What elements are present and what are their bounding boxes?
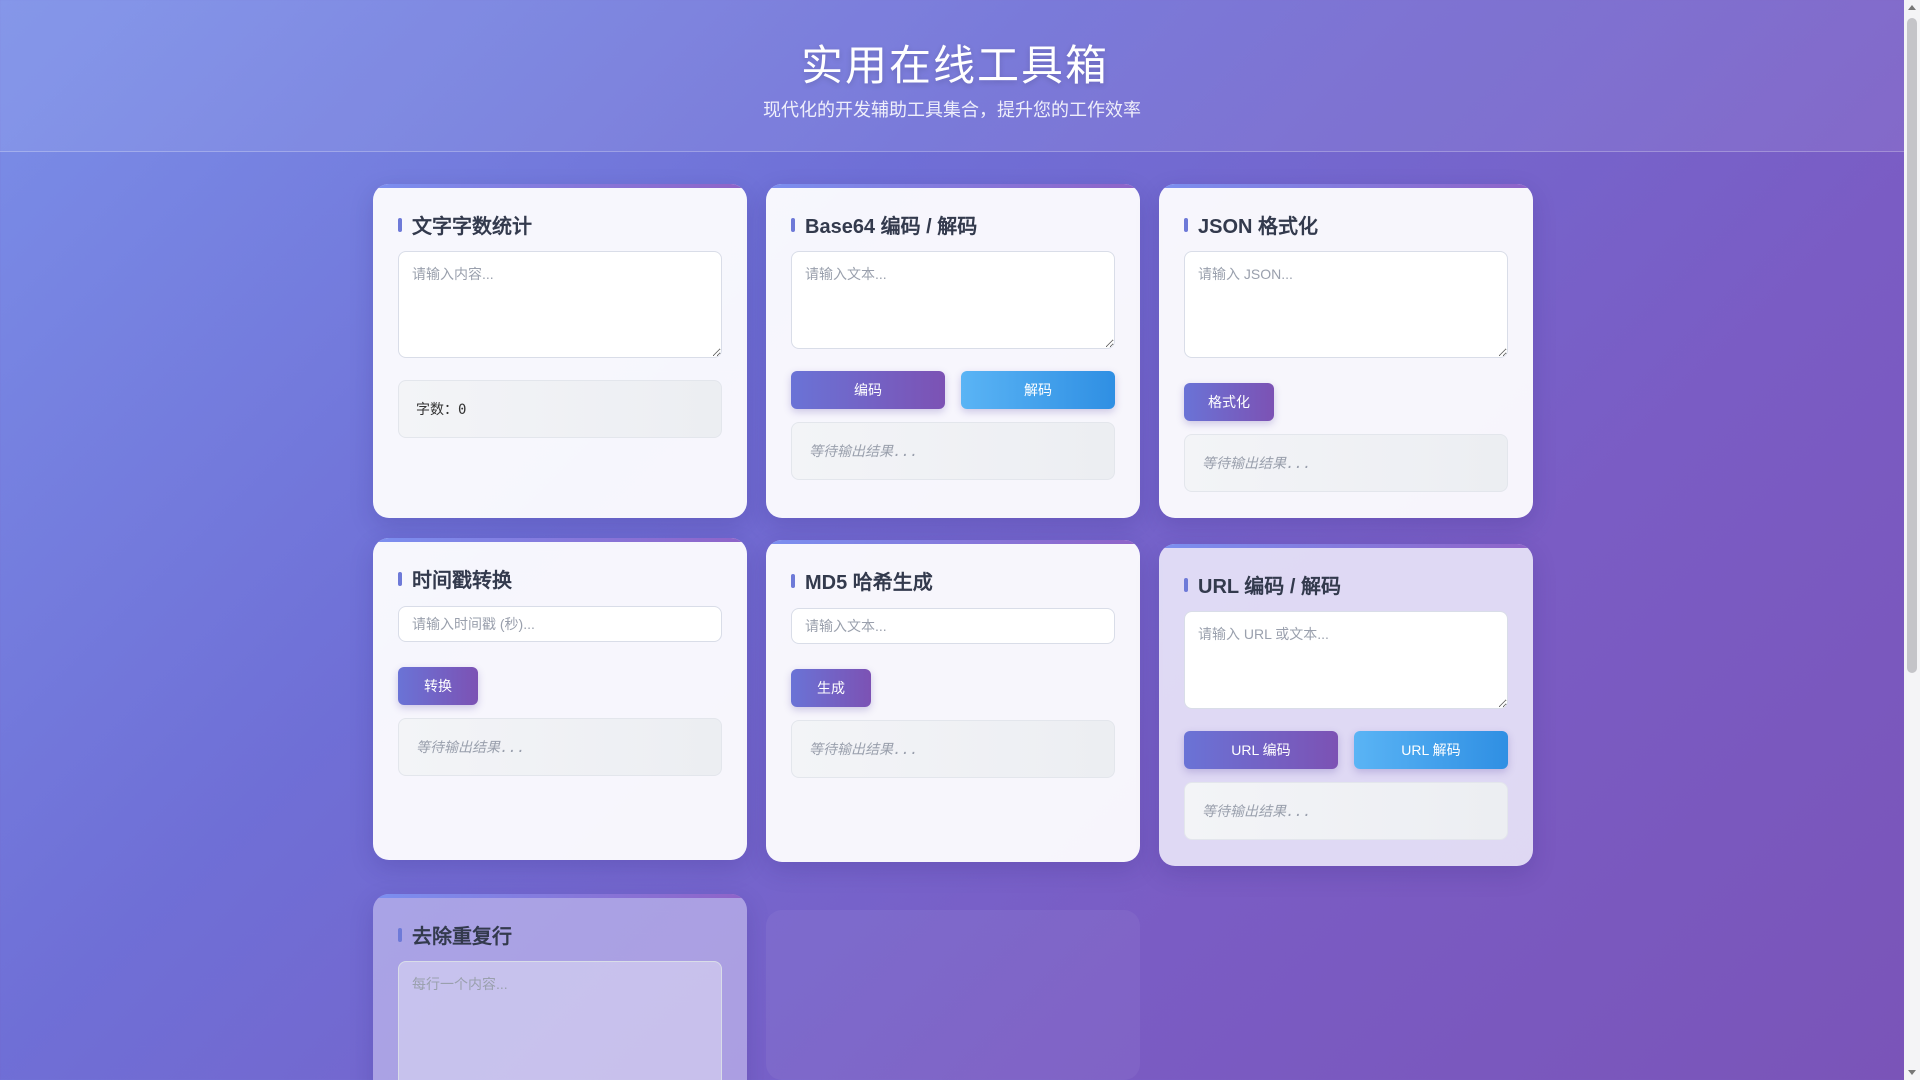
scroll-up-arrow-icon[interactable]	[1908, 5, 1916, 10]
md5-title: MD5 哈希生成	[791, 566, 933, 595]
json-title: JSON 格式化	[1184, 210, 1318, 239]
md5-input[interactable]	[791, 608, 1115, 644]
wordcount-title: 文字字数统计	[398, 210, 532, 239]
md5-result: 等待输出结果...	[791, 720, 1115, 778]
url-result: 等待输出结果...	[1184, 782, 1508, 840]
url-encode-button[interactable]: URL 编码	[1184, 731, 1338, 769]
scrollbar-thumb[interactable]	[1907, 18, 1917, 673]
page-title-text: 实用在线工具箱	[800, 42, 1109, 89]
json-card: JSON 格式化 格式化 等待输出结果...	[1159, 184, 1533, 518]
dedupe-input[interactable]	[398, 961, 722, 1080]
base64-decode-button[interactable]: 解码	[961, 371, 1115, 409]
timestamp-convert-button[interactable]: 转换	[398, 667, 478, 705]
dedupe-card: 去除重复行	[373, 894, 747, 1080]
base64-title: Base64 编码 / 解码	[791, 210, 977, 239]
page-subtitle: 现代化的开发辅助工具集合，提升您的工作效率	[763, 100, 1141, 120]
timestamp-title-text: 时间戳转换	[412, 570, 512, 592]
url-title: URL 编码 / 解码	[1184, 570, 1341, 599]
json-result: 等待输出结果...	[1184, 434, 1508, 492]
json-title-text: JSON 格式化	[1198, 216, 1319, 238]
md5-card: MD5 哈希生成 生成 等待输出结果...	[766, 540, 1140, 862]
wordcount-card: 文字字数统计 字数：0	[373, 184, 747, 518]
title-marker-icon	[791, 217, 795, 232]
dedupe-title-text: 去除重复行	[412, 926, 512, 948]
page-header: 实用在线工具箱 现代化的开发辅助工具集合，提升您的工作效率	[0, 0, 1904, 152]
title-marker-icon	[791, 573, 795, 588]
dedupe-title: 去除重复行	[398, 920, 512, 949]
md5-generate-button[interactable]: 生成	[791, 669, 871, 707]
md5-title-text: MD5 哈希生成	[805, 572, 933, 594]
page-scrollbar[interactable]	[1904, 0, 1920, 1080]
base64-card: Base64 编码 / 解码 编码 解码 等待输出结果...	[766, 184, 1140, 518]
title-marker-icon	[398, 927, 402, 942]
wordcount-title-text: 文字字数统计	[412, 216, 532, 238]
url-card: URL 编码 / 解码 URL 编码 URL 解码 等待输出结果...	[1159, 544, 1533, 866]
url-decode-button[interactable]: URL 解码	[1354, 731, 1508, 769]
url-input[interactable]	[1184, 611, 1508, 709]
timestamp-input[interactable]	[398, 606, 722, 642]
title-marker-icon	[1184, 217, 1188, 232]
title-marker-icon	[398, 217, 402, 232]
title-marker-icon	[398, 571, 402, 586]
title-marker-icon	[1184, 577, 1188, 592]
wordcount-input[interactable]	[398, 251, 722, 358]
base64-encode-button[interactable]: 编码	[791, 371, 945, 409]
wordcount-result: 字数：0	[398, 380, 722, 438]
url-title-text: URL 编码 / 解码	[1198, 576, 1341, 598]
hidden-card	[766, 910, 1140, 1080]
page-title: 实用在线工具箱	[0, 32, 1904, 93]
json-input[interactable]	[1184, 251, 1508, 358]
scroll-down-arrow-icon[interactable]	[1908, 1070, 1916, 1075]
timestamp-result: 等待输出结果...	[398, 718, 722, 776]
timestamp-title: 时间戳转换	[398, 564, 512, 593]
base64-input[interactable]	[791, 251, 1115, 349]
base64-result: 等待输出结果...	[791, 422, 1115, 480]
base64-title-text: Base64 编码 / 解码	[805, 216, 978, 238]
timestamp-card: 时间戳转换 转换 等待输出结果...	[373, 538, 747, 860]
json-format-button[interactable]: 格式化	[1184, 383, 1274, 421]
